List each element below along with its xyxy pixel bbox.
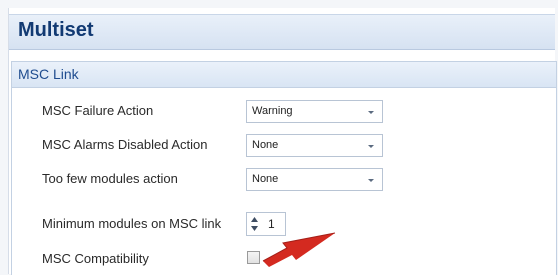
dropdown-value: None (252, 173, 279, 185)
dropdown-value: Warning (252, 105, 293, 117)
stepper-value: 1 (268, 217, 275, 231)
multiset-panel: Multiset MSC Link MSC Failure Action War… (8, 8, 557, 275)
red-pointer-arrow-icon (262, 232, 336, 267)
chevron-down-icon (368, 179, 374, 182)
page-title: Multiset (18, 19, 94, 41)
dropdown-value: None (252, 139, 279, 151)
up-down-arrows-icon[interactable] (250, 215, 259, 233)
msc-alarms-disabled-action-label: MSC Alarms Disabled Action (42, 137, 208, 152)
msc-compatibility-label: MSC Compatibility (42, 251, 149, 266)
section-title: MSC Link (18, 66, 79, 82)
chevron-down-icon (368, 145, 374, 148)
section-header: MSC Link (12, 62, 556, 88)
msc-failure-action-label: MSC Failure Action (42, 103, 154, 118)
chevron-down-icon (368, 111, 374, 114)
too-few-modules-action-dropdown[interactable]: None (246, 168, 383, 191)
too-few-modules-action-label: Too few modules action (42, 171, 178, 186)
msc-failure-action-dropdown[interactable]: Warning (246, 100, 383, 123)
minimum-modules-label: Minimum modules on MSC link (42, 216, 222, 231)
msc-alarms-disabled-action-dropdown[interactable]: None (246, 134, 383, 157)
panel-header: Multiset (9, 14, 555, 50)
